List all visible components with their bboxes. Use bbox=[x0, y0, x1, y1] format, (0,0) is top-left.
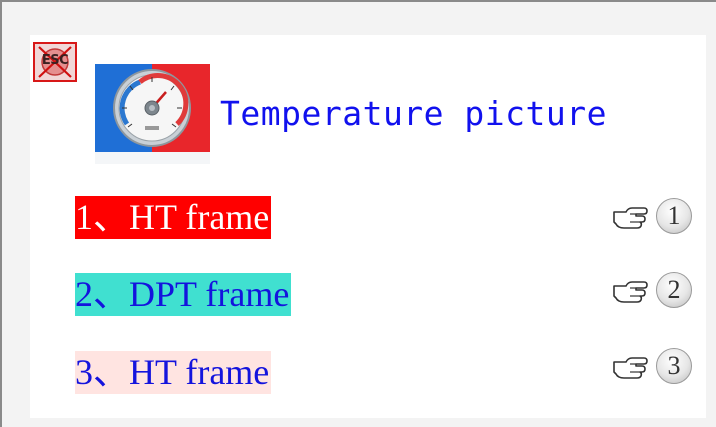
shortcut-number: 2 bbox=[656, 272, 692, 308]
shortcut-number: 1 bbox=[656, 198, 692, 234]
menu-item-ht-frame-3[interactable]: 3、HT frame bbox=[75, 351, 272, 394]
pointing-hand-icon bbox=[613, 357, 648, 379]
thermometer-dial-image bbox=[95, 64, 210, 164]
page-title: Temperature picture bbox=[220, 94, 607, 133]
shortcut-hint-3[interactable]: 3 bbox=[612, 348, 698, 384]
menu-item-dpt-frame[interactable]: 2、DPT frame bbox=[75, 273, 292, 316]
esc-label: ESC bbox=[41, 53, 69, 68]
menu-item-ht-frame-1[interactable]: 1、HT frame bbox=[75, 196, 272, 239]
window-frame: ESC Temperature picture 1、HT frame 2、DPT… bbox=[0, 0, 716, 427]
pointing-hand-icon bbox=[613, 281, 648, 303]
esc-button[interactable]: ESC bbox=[33, 42, 77, 82]
pointing-hand-icon bbox=[613, 207, 648, 229]
shortcut-hint-1[interactable]: 1 bbox=[612, 198, 698, 234]
shortcut-hint-2[interactable]: 2 bbox=[612, 272, 698, 308]
shortcut-number: 3 bbox=[656, 348, 692, 384]
